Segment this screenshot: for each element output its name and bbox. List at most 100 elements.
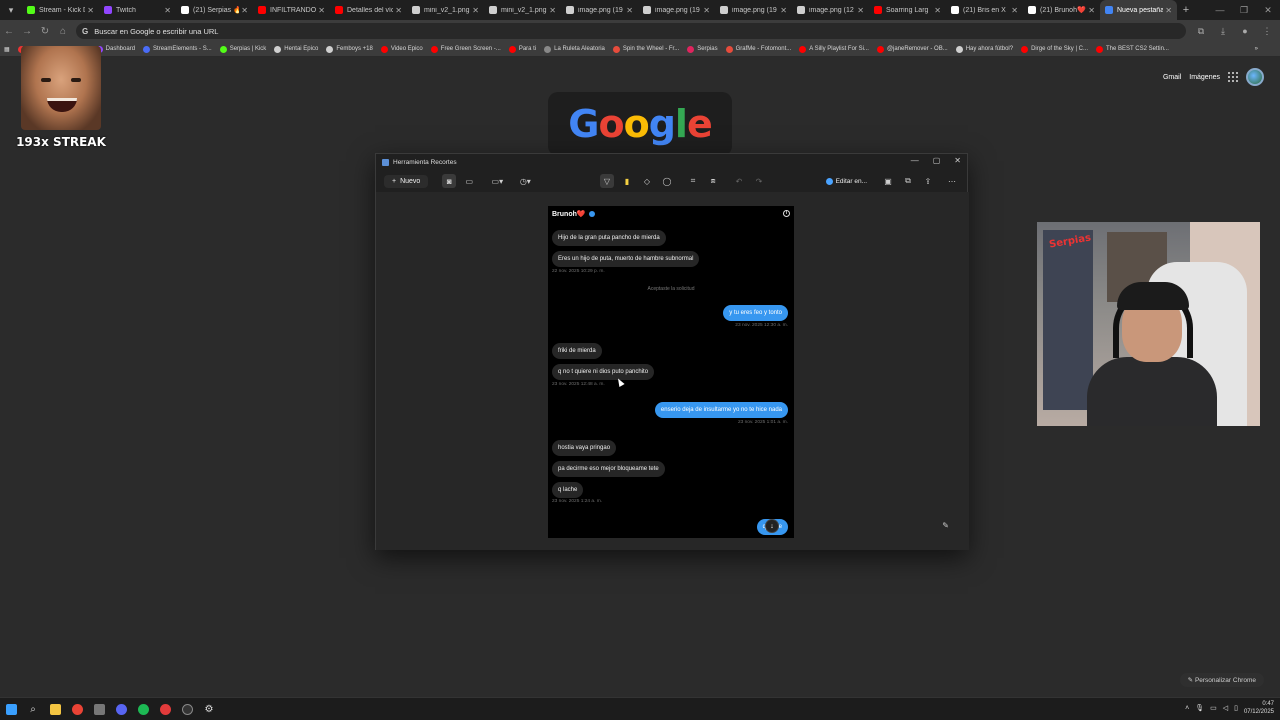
discord-icon[interactable]	[110, 698, 132, 720]
copy-icon[interactable]: ⧉	[901, 174, 915, 188]
tab-close-icon[interactable]: ✕	[395, 6, 402, 15]
bookmark-item[interactable]: The BEST CS2 Settin...	[1096, 45, 1169, 53]
gmail-link[interactable]: Gmail	[1163, 74, 1181, 81]
bookmark-item[interactable]: Video Epico	[380, 45, 423, 53]
bookmark-item[interactable]: Spin the Wheel - Fr...	[612, 45, 679, 53]
save-icon[interactable]: ▣	[881, 174, 895, 188]
browser-tab[interactable]: image.png (19 ✕	[638, 0, 715, 20]
bookmark-item[interactable]: Serpias	[687, 45, 718, 53]
bookmark-item[interactable]: Para ti	[508, 45, 536, 53]
tab-search-icon[interactable]: ▾	[0, 0, 22, 20]
tab-close-icon[interactable]: ✕	[626, 6, 633, 15]
edit-in-button[interactable]: Editar en...	[825, 177, 867, 185]
file-explorer-icon[interactable]	[44, 698, 66, 720]
minimize-icon[interactable]: —	[1208, 0, 1232, 20]
browser-tab[interactable]: (21) Bris en X ✕	[946, 0, 1023, 20]
recording-app-icon[interactable]	[154, 698, 176, 720]
snip-minimize-icon[interactable]: —	[911, 156, 919, 165]
clock[interactable]: 0:47 07/12/2025	[1244, 700, 1274, 716]
profile-avatar[interactable]	[1246, 68, 1264, 86]
tab-close-icon[interactable]: ✕	[703, 6, 710, 15]
snip-close-icon[interactable]: ✕	[954, 156, 961, 165]
browser-tab[interactable]: Twitch ✕	[99, 0, 176, 20]
network-icon[interactable]: ▭	[1210, 704, 1217, 712]
bookmark-item[interactable]: Hay ahora fútbol?	[955, 45, 1013, 53]
back-icon[interactable]: ←	[0, 26, 18, 37]
tab-close-icon[interactable]: ✕	[472, 6, 479, 15]
browser-tab[interactable]: image.png (12 ✕	[792, 0, 869, 20]
tab-close-icon[interactable]: ✕	[549, 6, 556, 15]
tab-close-icon[interactable]: ✕	[780, 6, 787, 15]
browser-tab[interactable]: Stream - Kick D ✕	[22, 0, 99, 20]
browser-tab[interactable]: INFILTRANDO ✕	[253, 0, 330, 20]
bookmark-item[interactable]: @janeRemover - OB...	[876, 45, 948, 53]
apps-bookmark-icon[interactable]: ▦	[4, 46, 10, 53]
tab-close-icon[interactable]: ✕	[1165, 6, 1172, 15]
battery-icon[interactable]: ▯	[1234, 704, 1238, 712]
tab-close-icon[interactable]: ✕	[318, 6, 325, 15]
pen-icon[interactable]: ▽	[600, 174, 614, 188]
steam-icon[interactable]: ⚙	[198, 698, 220, 720]
browser-tab[interactable]: (21) Serpias 🔥 ✕	[176, 0, 253, 20]
snipping-tool-taskbar-icon[interactable]	[88, 698, 110, 720]
eraser-icon[interactable]: ◇	[640, 174, 654, 188]
bookmark-item[interactable]: Dirge of the Sky | C...	[1021, 45, 1088, 53]
shapes-icon[interactable]: ◯	[660, 174, 674, 188]
text-actions-icon[interactable]: ⧈	[706, 174, 720, 188]
crop-icon[interactable]: ⌗	[686, 174, 700, 188]
chrome-menu-icon[interactable]: ⋮	[1260, 26, 1274, 37]
account-icon[interactable]: ●	[1238, 26, 1252, 36]
google-doodle[interactable]: Google	[548, 92, 732, 156]
microphone-icon[interactable]: 🎙	[1195, 704, 1204, 712]
customize-chrome-button[interactable]: ✎ Personalizar Chrome	[1179, 673, 1264, 687]
video-mode-icon[interactable]: ▭	[462, 174, 476, 188]
tab-close-icon[interactable]: ✕	[1011, 6, 1018, 15]
browser-tab[interactable]: Detalles del víd ✕	[330, 0, 407, 20]
tray-overflow-icon[interactable]: ˄	[1185, 705, 1189, 712]
volume-icon[interactable]: ◁	[1223, 704, 1228, 712]
browser-tab[interactable]: image.png (19 ✕	[561, 0, 638, 20]
new-tab-button[interactable]: +	[1177, 0, 1195, 20]
close-icon[interactable]: ✕	[1256, 0, 1280, 20]
forward-icon[interactable]: →	[18, 26, 36, 37]
share-icon[interactable]: ⇪	[921, 174, 935, 188]
bookmark-item[interactable]: La Ruleta Aleatoria	[544, 45, 605, 53]
bookmark-item[interactable]: StreamElements - S...	[143, 45, 212, 53]
bookmark-item[interactable]: Femboys +18	[326, 45, 373, 53]
tab-close-icon[interactable]: ✕	[241, 6, 248, 15]
browser-tab[interactable]: mini_v2_1.png ✕	[407, 0, 484, 20]
tab-close-icon[interactable]: ✕	[1088, 6, 1095, 15]
omnibox[interactable]: G Buscar en Google o escribir una URL	[76, 23, 1186, 39]
tab-close-icon[interactable]: ✕	[87, 6, 94, 15]
bookmark-item[interactable]: Hentai Epico	[274, 45, 318, 53]
tab-close-icon[interactable]: ✕	[934, 6, 941, 15]
search-icon[interactable]: ⌕	[22, 698, 44, 720]
home-icon[interactable]: ⌂	[54, 26, 72, 37]
bookmark-item[interactable]: GrafMe - Fotomont...	[725, 45, 791, 53]
undo-icon[interactable]: ↶	[732, 174, 746, 188]
bookmark-item[interactable]: Free Green Screen -...	[430, 45, 501, 53]
images-link[interactable]: Imágenes	[1189, 74, 1220, 81]
chrome-icon[interactable]	[66, 698, 88, 720]
highlighter-icon[interactable]: ▮	[620, 174, 634, 188]
spotify-icon[interactable]	[132, 698, 154, 720]
bookmark-item[interactable]: A Silly Playlist For Si...	[799, 45, 869, 53]
browser-tab[interactable]: Soarring Larg ✕	[869, 0, 946, 20]
google-apps-icon[interactable]	[1228, 72, 1238, 82]
snip-shape-dropdown-icon[interactable]: ▭▾	[490, 174, 504, 188]
bookmark-item[interactable]: Serpias | Kick	[219, 45, 266, 53]
browser-tab[interactable]: Nueva pestaña ✕	[1100, 0, 1177, 20]
maximize-icon[interactable]: ❐	[1232, 0, 1256, 20]
windows-start-icon[interactable]	[0, 698, 22, 720]
browser-tab[interactable]: (21) Brunoh❤️ ✕	[1023, 0, 1100, 20]
browser-tab[interactable]: image.png (19 ✕	[715, 0, 792, 20]
new-snip-button[interactable]: + Nuevo	[384, 174, 429, 188]
timer-dropdown-icon[interactable]: ◷▾	[518, 174, 532, 188]
camera-mode-icon[interactable]: ◙	[442, 174, 457, 188]
tab-close-icon[interactable]: ✕	[164, 6, 171, 15]
reload-icon[interactable]: ↻	[36, 26, 54, 37]
browser-tab[interactable]: mini_v2_1.png ✕	[484, 0, 561, 20]
obs-icon[interactable]	[176, 698, 198, 720]
snip-maximize-icon[interactable]: ▢	[933, 156, 941, 165]
tab-close-icon[interactable]: ✕	[857, 6, 864, 15]
